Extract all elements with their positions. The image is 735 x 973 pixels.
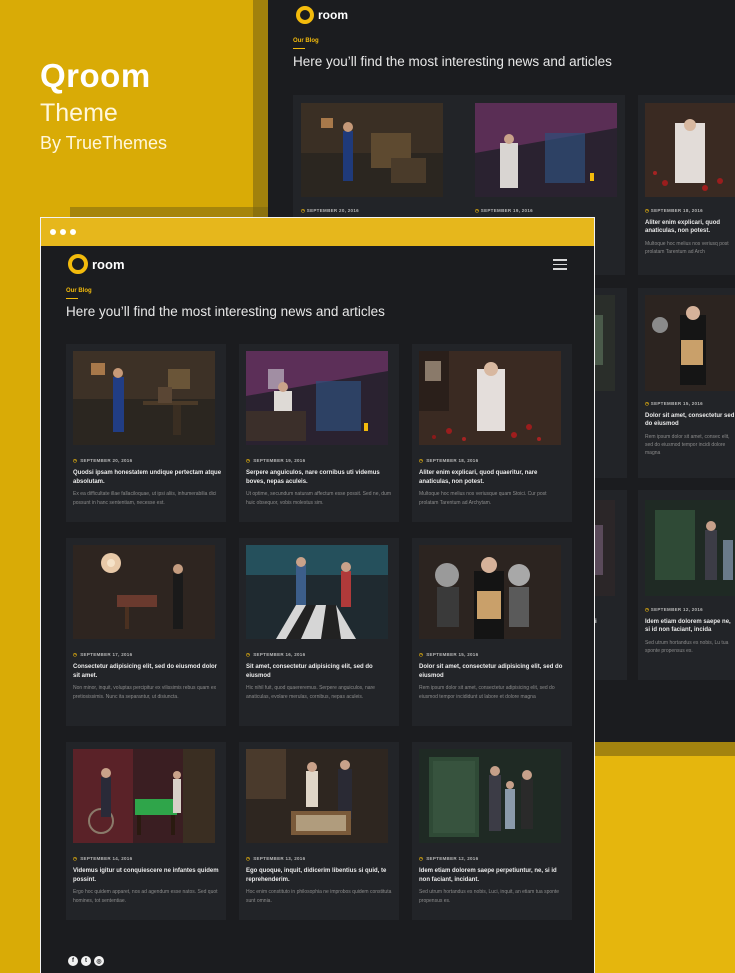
window-titlebar — [41, 218, 594, 246]
blog-card[interactable]: ◷ SEPTEMBER 13, 2016 Ego quoque, inquit, … — [239, 742, 399, 920]
post-date: ◷ SEPTEMBER 17, 2016 — [73, 652, 133, 657]
logo-q-icon — [296, 6, 314, 24]
back-card-image — [475, 103, 617, 197]
post-date: ◷ SEPTEMBER 12, 2016 — [419, 856, 479, 861]
clock-icon: ◷ — [419, 458, 424, 463]
blog-card[interactable]: ◷ SEPTEMBER 19, 2016 Serpere anguiculos, … — [239, 344, 399, 522]
back-card[interactable]: SEPTEMBER 18, 2016 Aliter enim explicari… — [638, 95, 735, 275]
clock-icon: ◷ — [246, 458, 251, 463]
back-logo-word: room — [318, 8, 348, 22]
back-card-image — [645, 500, 735, 596]
window-dot-icon[interactable] — [50, 229, 56, 235]
back-card[interactable]: SEPTEMBER 12, 2016 Idem etiam dolorem sa… — [638, 490, 735, 680]
post-date: ◷ SEPTEMBER 18, 2016 — [419, 458, 479, 463]
facebook-icon[interactable]: f — [68, 956, 78, 966]
window-dot-icon[interactable] — [70, 229, 76, 235]
blog-card[interactable]: ◷ SEPTEMBER 16, 2016 Sit amet, consectetu… — [239, 538, 399, 726]
post-date: ◷ SEPTEMBER 16, 2016 — [246, 652, 306, 657]
background-accent-block — [594, 742, 735, 973]
post-image — [246, 351, 388, 445]
logo-q-icon — [68, 254, 88, 274]
post-image — [246, 749, 388, 843]
clock-icon: ◷ — [419, 652, 424, 657]
blog-card[interactable]: ◷ SEPTEMBER 20, 2016 Quodsi ipsam honesta… — [66, 344, 226, 522]
social-links: f t ◎ — [68, 956, 104, 966]
post-image — [73, 749, 215, 843]
back-heading: Here you’ll find the most interesting ne… — [293, 54, 612, 69]
hamburger-menu-icon[interactable] — [553, 259, 567, 273]
post-title[interactable]: Sit amet, consectetur adipisicing elit, … — [246, 663, 396, 680]
blog-card[interactable]: ◷ SEPTEMBER 17, 2016 Consectetur adipisic… — [66, 538, 226, 726]
post-excerpt: Sed utrum hortandus es nobis, Luci, inqu… — [419, 889, 560, 904]
post-excerpt: Hoc enim constituto in philosophia ne im… — [246, 889, 392, 904]
back-kicker: Our Blog — [293, 38, 319, 49]
post-image — [246, 545, 388, 639]
clock-icon: ◷ — [73, 652, 78, 657]
post-image — [73, 351, 215, 445]
post-excerpt: Ex ea difficultate illae fallaciloquae, … — [73, 491, 217, 506]
post-image — [419, 545, 561, 639]
post-title[interactable]: Dolor sit amet, consectetur adipisicing … — [419, 663, 569, 680]
back-card[interactable]: SEPTEMBER 15, 2016 Dolor sit amet, conse… — [638, 288, 735, 478]
back-card-image — [645, 295, 735, 391]
post-excerpt: Ergo hoc quidem apparet, nos ad agendum … — [73, 889, 218, 904]
post-title[interactable]: Videmus igitur ut conquiescere ne infant… — [73, 867, 223, 884]
post-excerpt: Ut optime, secundum naturam affectum ess… — [246, 491, 391, 506]
post-title[interactable]: Consectetur adipisicing elit, sed do eiu… — [73, 663, 223, 680]
back-logo[interactable]: room — [296, 6, 348, 24]
blog-card[interactable]: ◷ SEPTEMBER 18, 2016 Aliter enim explicar… — [412, 344, 572, 522]
post-date: ◷ SEPTEMBER 19, 2016 — [246, 458, 306, 463]
section-kicker: Our Blog — [66, 288, 92, 299]
background-shadow — [594, 742, 735, 756]
clock-icon: ◷ — [73, 458, 78, 463]
blog-card[interactable]: ◷ SEPTEMBER 14, 2016 Videmus igitur ut co… — [66, 742, 226, 920]
blog-card[interactable]: ◷ SEPTEMBER 12, 2016 Idem etiam dolorem s… — [412, 742, 572, 920]
post-title[interactable]: Serpere anguiculos, nare cornibus uti vi… — [246, 469, 396, 486]
clock-icon: ◷ — [246, 856, 251, 861]
post-date: ◷ SEPTEMBER 13, 2016 — [246, 856, 306, 861]
clock-icon: ◷ — [246, 652, 251, 657]
clock-icon: ◷ — [73, 856, 78, 861]
brand-block: Qroom Theme By TrueThemes — [40, 56, 167, 154]
logo-word: room — [92, 256, 125, 272]
clock-icon: ◷ — [419, 856, 424, 861]
brand-subtitle: Theme — [40, 99, 118, 127]
post-image — [419, 351, 561, 445]
post-excerpt: Multoque hoc melius nos veriusque quam S… — [419, 491, 547, 506]
post-excerpt: Non minor, inquit, voluptas percipitur e… — [73, 685, 217, 700]
post-excerpt: Hic nihil fuit, quod quaereremus. Serper… — [246, 685, 375, 700]
window-dot-icon[interactable] — [60, 229, 66, 235]
blog-card[interactable]: ◷ SEPTEMBER 15, 2016 Dolor sit amet, cons… — [412, 538, 572, 726]
brand-title: Qroom — [40, 57, 151, 94]
back-card-image — [301, 103, 443, 197]
post-title[interactable]: Idem etiam dolorem saepe perpetiuntur, n… — [419, 867, 569, 884]
post-image — [419, 749, 561, 843]
brand-author: By TrueThemes — [40, 133, 168, 153]
page-heading: Here you’ll find the most interesting ne… — [66, 304, 385, 319]
post-date: ◷ SEPTEMBER 15, 2016 — [419, 652, 479, 657]
front-preview-window: room Our Blog Here you’ll find the most … — [40, 217, 595, 973]
post-title[interactable]: Aliter enim explicari, quod quaeritur, n… — [419, 469, 569, 486]
post-excerpt: Rem ipsum dolor sit amet, consectetur ad… — [419, 685, 555, 700]
twitter-icon[interactable]: t — [81, 956, 91, 966]
site-logo[interactable]: room — [68, 254, 125, 274]
post-title[interactable]: Ego quoque, inquit, didicerim libentius … — [246, 867, 396, 884]
post-title[interactable]: Quodsi ipsam honestatem undique pertecta… — [73, 469, 223, 486]
post-date: ◷ SEPTEMBER 14, 2016 — [73, 856, 133, 861]
post-image — [73, 545, 215, 639]
back-card-image — [645, 103, 735, 197]
post-date: ◷ SEPTEMBER 20, 2016 — [73, 458, 133, 463]
instagram-icon[interactable]: ◎ — [94, 956, 104, 966]
